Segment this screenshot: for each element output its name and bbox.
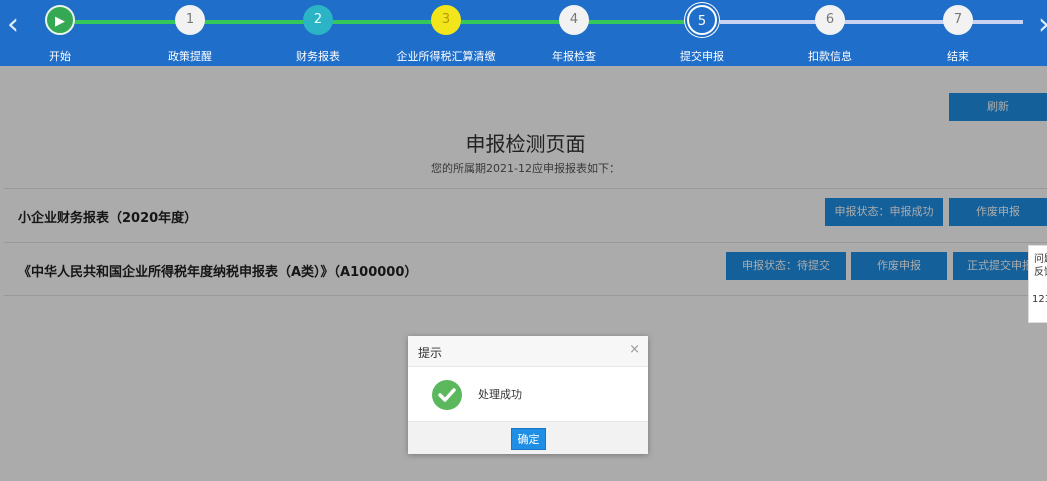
step-number: 3 xyxy=(431,5,461,35)
dialog-footer: 确定 xyxy=(408,421,648,454)
progress-stepper: ‹ ▶ 开始 1 政策提醒 2 财务报表 3 企业所得税汇算清缴 4 年报检查 … xyxy=(0,0,1047,66)
step-number: 5 xyxy=(687,5,717,35)
message-dialog: 提示 × 处理成功 确定 xyxy=(408,336,648,454)
step-label: 结束 xyxy=(947,50,969,63)
step-label: 开始 xyxy=(49,50,71,63)
success-check-icon xyxy=(432,380,462,410)
dialog-header: 提示 × xyxy=(408,336,648,367)
chevron-right-icon[interactable]: › xyxy=(1033,8,1047,44)
step-number: 6 xyxy=(815,5,845,35)
step-number: 2 xyxy=(303,5,333,35)
step-number: 1 xyxy=(175,5,205,35)
side-tab-line1: 问题 xyxy=(1034,254,1047,265)
step-number: 7 xyxy=(943,5,973,35)
progress-line-active xyxy=(517,20,687,24)
side-tab-line2: 反馈 xyxy=(1034,267,1047,278)
side-tab-line3: 123 xyxy=(1032,294,1047,305)
confirm-button[interactable]: 确定 xyxy=(511,428,546,450)
feedback-side-tab[interactable]: 问题 反馈 123 xyxy=(1028,245,1047,323)
step-label: 提交申报 xyxy=(680,50,724,63)
chevron-left-icon[interactable]: ‹ xyxy=(2,8,24,44)
close-icon[interactable]: × xyxy=(629,342,640,357)
play-icon: ▶ xyxy=(45,5,75,35)
step-label: 企业所得税汇算清缴 xyxy=(396,50,496,63)
step-label: 政策提醒 xyxy=(168,50,212,63)
dialog-message: 处理成功 xyxy=(478,388,522,401)
step-label: 年报检查 xyxy=(552,50,596,63)
step-label: 财务报表 xyxy=(296,50,340,63)
progress-line-todo xyxy=(720,20,1023,24)
step-label: 扣款信息 xyxy=(808,50,852,63)
dialog-title: 提示 xyxy=(418,346,443,360)
step-number: 4 xyxy=(559,5,589,35)
